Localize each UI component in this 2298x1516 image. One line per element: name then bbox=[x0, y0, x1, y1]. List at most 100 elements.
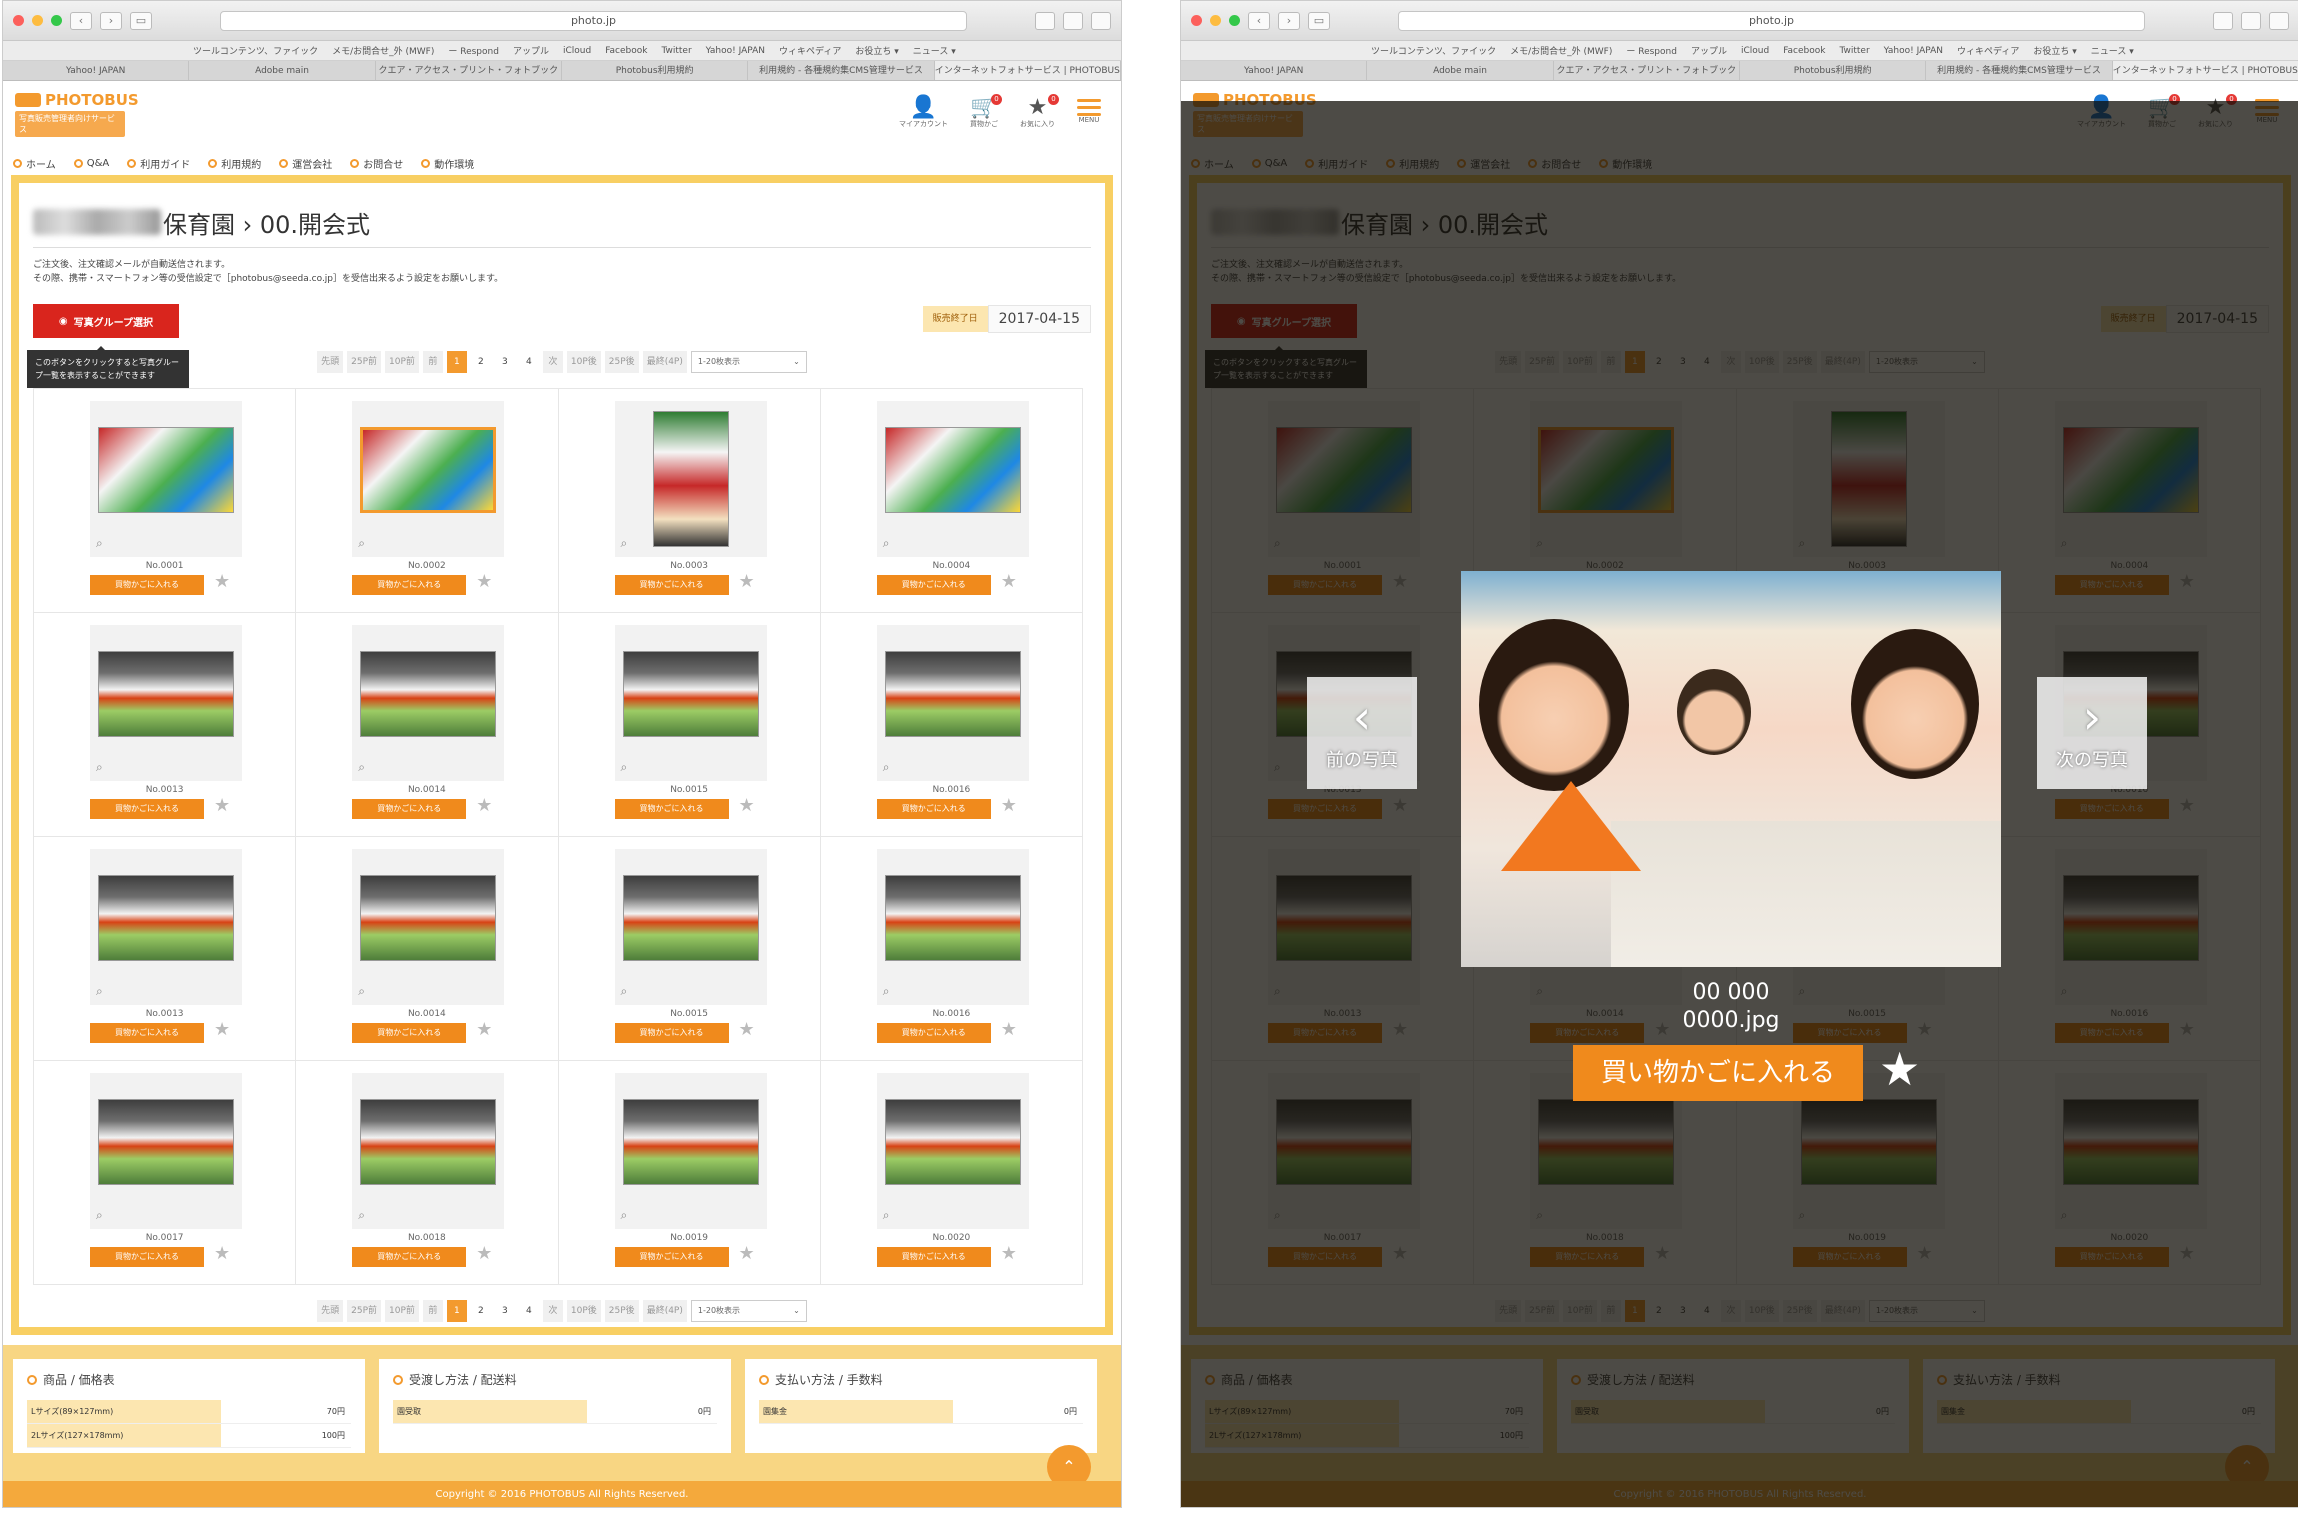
photo-thumbnail[interactable] bbox=[98, 427, 234, 513]
photo-thumbnail[interactable] bbox=[652, 411, 729, 547]
lightbox-favorite-star-icon[interactable]: ★ bbox=[1879, 1041, 1920, 1097]
photo-thumbnail[interactable] bbox=[622, 875, 759, 961]
bookmark-item[interactable]: Twitter bbox=[1839, 46, 1869, 56]
page-link[interactable]: 10P後 bbox=[566, 351, 601, 373]
page-link[interactable]: 1 bbox=[446, 351, 467, 373]
bookmark-item[interactable]: メモ/お問合せ_外 (MWF) bbox=[332, 44, 434, 57]
per-page-select[interactable]: 1-20枚表示 ⌄ bbox=[690, 1300, 807, 1322]
photo-thumb-card[interactable]: ⌕ bbox=[90, 1073, 242, 1229]
photo-thumb-card[interactable]: ⌕ bbox=[614, 401, 767, 557]
bookmark-item[interactable]: Yahoo! JAPAN bbox=[706, 46, 765, 56]
add-to-cart-button[interactable]: 買物かごに入れる bbox=[876, 1023, 991, 1043]
zoom-window-button[interactable] bbox=[51, 15, 62, 26]
add-to-cart-button[interactable]: 買物かごに入れる bbox=[614, 799, 729, 819]
favorite-star-icon[interactable]: ★ bbox=[1001, 1019, 1017, 1040]
browser-tab[interactable]: Adobe main bbox=[1367, 61, 1554, 80]
zoom-icon[interactable]: ⌕ bbox=[358, 760, 365, 775]
page-link[interactable]: 10P前 bbox=[385, 1300, 419, 1322]
menu-button[interactable]: MENU bbox=[1077, 97, 1101, 124]
close-window-button[interactable] bbox=[1191, 15, 1202, 26]
zoom-icon[interactable]: ⌕ bbox=[358, 536, 365, 551]
bookmark-item[interactable]: ツールコンテンツ、ファイック bbox=[1371, 44, 1496, 57]
bookmark-item[interactable]: ツールコンテンツ、ファイック bbox=[193, 44, 318, 57]
address-bar[interactable]: photo.jp bbox=[220, 10, 967, 31]
page-link[interactable]: 25P前 bbox=[347, 1300, 382, 1322]
tabs-icon[interactable] bbox=[1091, 11, 1111, 30]
add-to-cart-button[interactable]: 買物かごに入れる bbox=[90, 799, 204, 819]
photo-thumbnail[interactable] bbox=[98, 1099, 234, 1185]
bookmark-item[interactable]: Yahoo! JAPAN bbox=[1884, 46, 1943, 56]
download-icon[interactable] bbox=[1035, 11, 1055, 30]
page-link[interactable]: 前 bbox=[422, 351, 443, 373]
add-to-cart-button[interactable]: 買物かごに入れる bbox=[352, 1023, 467, 1043]
bookmark-item[interactable]: メモ/お問合せ_外 (MWF) bbox=[1510, 44, 1612, 57]
favorite-star-icon[interactable]: ★ bbox=[1001, 571, 1017, 592]
header-icon-cart-icon[interactable]: 🛒0買物かご bbox=[970, 94, 1002, 129]
zoom-icon[interactable]: ⌕ bbox=[96, 984, 103, 999]
page-link[interactable]: 最終(4P) bbox=[642, 1300, 687, 1322]
nav-item[interactable]: Q&A bbox=[73, 158, 109, 169]
page-link[interactable]: 25P後 bbox=[604, 1300, 639, 1322]
per-page-select[interactable]: 1-20枚表示 ⌄ bbox=[690, 351, 807, 373]
add-to-cart-button[interactable]: 買物かごに入れる bbox=[614, 1247, 729, 1267]
page-link[interactable]: 次 bbox=[542, 1300, 563, 1322]
zoom-icon[interactable]: ⌕ bbox=[883, 1208, 890, 1223]
zoom-icon[interactable]: ⌕ bbox=[96, 536, 103, 551]
favorite-star-icon[interactable]: ★ bbox=[214, 1019, 230, 1040]
nav-item[interactable]: 利用ガイド bbox=[127, 156, 190, 171]
page-link[interactable]: 10P前 bbox=[385, 351, 419, 373]
header-icon-mypage-icon[interactable]: 👤マイアカウント bbox=[899, 97, 948, 129]
bookmark-item[interactable]: ウィキペディア bbox=[1957, 44, 2019, 57]
header-icon-favorite-icon[interactable]: ★0 お気に入り bbox=[1020, 94, 1059, 129]
bookmark-item[interactable]: ー Respond bbox=[1626, 44, 1677, 57]
zoom-icon[interactable]: ⌕ bbox=[358, 984, 365, 999]
tabs-icon[interactable] bbox=[2269, 11, 2289, 30]
page-link[interactable]: 2 bbox=[470, 351, 491, 373]
browser-tab[interactable]: クエア・アクセス・プリント・フォトブック bbox=[1554, 61, 1740, 80]
photo-thumb-card[interactable]: ⌕ bbox=[90, 849, 242, 1005]
photo-thumb-card[interactable]: ⌕ bbox=[352, 401, 505, 557]
page-link[interactable]: 先頭 bbox=[317, 351, 344, 373]
bookmark-item[interactable]: アップル bbox=[1691, 44, 1727, 57]
photo-thumbnail[interactable] bbox=[622, 651, 759, 737]
address-bar[interactable]: photo.jp bbox=[1398, 10, 2145, 31]
browser-tab[interactable]: インターネットフォトサービス | PHOTOBUS bbox=[934, 61, 1121, 80]
page-link[interactable]: 25P前 bbox=[347, 351, 382, 373]
photo-thumb-card[interactable]: ⌕ bbox=[352, 1073, 505, 1229]
favorite-star-icon[interactable]: ★ bbox=[214, 795, 230, 816]
page-link[interactable]: 次 bbox=[542, 351, 563, 373]
bookmark-item[interactable]: お役立ち ▾ bbox=[855, 44, 898, 57]
zoom-icon[interactable]: ⌕ bbox=[621, 760, 628, 775]
page-link[interactable]: 10P後 bbox=[566, 1300, 601, 1322]
favorite-star-icon[interactable]: ★ bbox=[476, 1243, 492, 1264]
photo-thumbnail[interactable] bbox=[360, 427, 497, 513]
page-link[interactable]: 先頭 bbox=[317, 1300, 344, 1322]
browser-tab[interactable]: インターネットフォトサービス | PHOTOBUS bbox=[2112, 61, 2298, 80]
back-icon[interactable]: ‹ bbox=[1248, 11, 1270, 30]
favorite-star-icon[interactable]: ★ bbox=[739, 795, 755, 816]
browser-tab[interactable]: Photobus利用規約 bbox=[1740, 61, 1927, 80]
next-photo-button[interactable]: › 次の写真 bbox=[2037, 677, 2147, 789]
photo-thumb-card[interactable]: ⌕ bbox=[90, 401, 242, 557]
add-to-cart-button[interactable]: 買物かごに入れる bbox=[352, 1247, 467, 1267]
nav-item[interactable]: 利用規約 bbox=[208, 156, 261, 171]
page-link[interactable]: 3 bbox=[494, 1300, 515, 1322]
page-link[interactable]: 4 bbox=[518, 1300, 539, 1322]
zoom-icon[interactable]: ⌕ bbox=[358, 1208, 365, 1223]
add-to-cart-button[interactable]: 買物かごに入れる bbox=[352, 799, 467, 819]
bookmark-item[interactable]: iCloud bbox=[563, 46, 591, 56]
browser-tab[interactable]: 利用規約 - 各種規約集CMS管理サービス bbox=[1926, 61, 2113, 80]
zoom-icon[interactable]: ⌕ bbox=[883, 760, 890, 775]
photo-thumb-card[interactable]: ⌕ bbox=[614, 849, 767, 1005]
photo-thumb-card[interactable]: ⌕ bbox=[90, 625, 242, 781]
add-to-cart-button[interactable]: 買物かごに入れる bbox=[614, 1023, 729, 1043]
photo-thumbnail[interactable] bbox=[98, 651, 234, 737]
bookmark-item[interactable]: ー Respond bbox=[448, 44, 499, 57]
page-link[interactable]: 1 bbox=[446, 1300, 467, 1322]
bookmark-item[interactable]: iCloud bbox=[1741, 46, 1769, 56]
add-to-cart-button[interactable]: 買物かごに入れる bbox=[90, 1023, 204, 1043]
photo-thumb-card[interactable]: ⌕ bbox=[614, 625, 767, 781]
bookmark-item[interactable]: Twitter bbox=[661, 46, 691, 56]
zoom-icon[interactable]: ⌕ bbox=[883, 984, 890, 999]
zoom-icon[interactable]: ⌕ bbox=[96, 760, 103, 775]
